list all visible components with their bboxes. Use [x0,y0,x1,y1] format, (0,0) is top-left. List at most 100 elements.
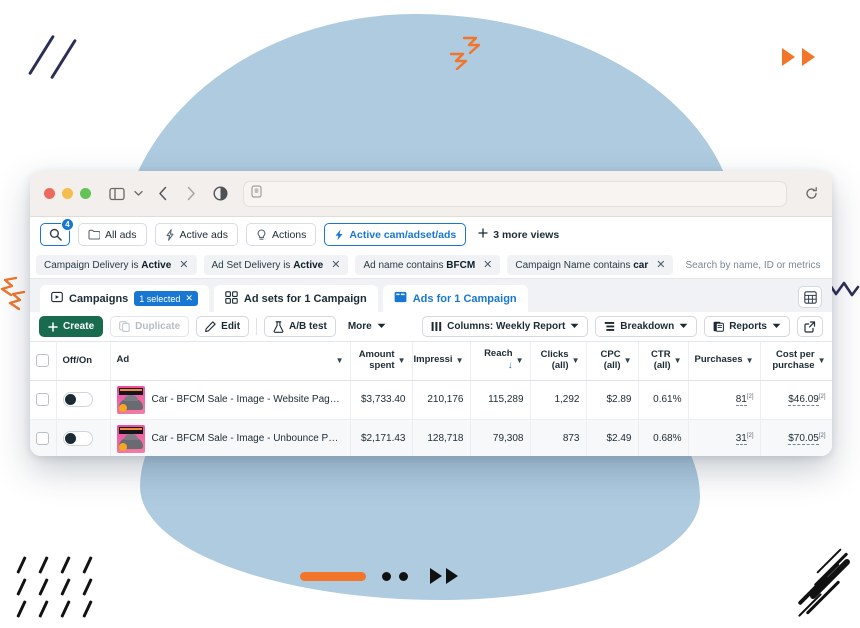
view-chip-actions[interactable]: Actions [245,223,317,246]
reports-button[interactable]: Reports [704,316,790,337]
edit-button[interactable]: Edit [196,316,250,337]
column-header-purchases[interactable]: Purchases ▼ [688,342,761,381]
filter-chip[interactable]: Ad name contains BFCM ✕ [355,255,501,275]
view-chip-active-cam-adset-ads[interactable]: Active cam/adset/ads [324,223,467,246]
reader-icon[interactable] [251,184,262,203]
cell-cost-per-purchase[interactable]: $70.05[2] [760,419,832,456]
row-toggle-cell[interactable] [56,419,111,456]
address-bar[interactable] [243,180,787,207]
cell-cost-per-purchase[interactable]: $46.09[2] [760,380,832,420]
row-select-cell[interactable] [30,380,57,420]
filter-chip[interactable]: Campaign Name contains car ✕ [507,255,674,275]
tab-ads[interactable]: Ads for 1 Campaign [382,285,528,312]
tab-campaigns[interactable]: Campaigns 1 selected ✕ [40,285,209,312]
ab-test-label: A/B test [289,321,327,332]
chevron-down-icon[interactable]: ▼ [746,356,754,365]
row-checkbox[interactable] [36,393,49,406]
carousel-controls[interactable] [300,568,458,584]
reload-icon[interactable] [805,187,818,200]
close-icon[interactable]: ✕ [656,259,665,271]
row-toggle-cell[interactable] [56,380,111,420]
close-icon[interactable]: ✕ [331,259,340,271]
chevron-down-icon[interactable]: ▼ [572,356,580,365]
ad-name[interactable]: Car - BFCM Sale - Image - Unbounce Page … [152,433,344,444]
close-icon[interactable]: ✕ [179,259,188,271]
chevron-down-icon[interactable]: ▼ [516,356,524,365]
sidebar-icon[interactable] [109,187,125,201]
column-header-ad[interactable]: Ad ▼ [110,342,351,381]
maximize-window-button[interactable] [80,188,91,199]
bolt-filled-icon [334,229,344,241]
close-icon[interactable]: ✕ [483,259,492,271]
ab-test-button[interactable]: A/B test [264,316,336,337]
row-checkbox[interactable] [36,432,49,445]
breakdown-button[interactable]: Breakdown [595,316,698,337]
column-header-ctr[interactable]: CTR (all) ▼ [638,342,689,381]
columns-icon [431,321,442,332]
tab-ad-sets[interactable]: Ad sets for 1 Campaign [213,285,378,312]
carousel-next-icon[interactable] [446,568,458,584]
search-button[interactable]: 4 [40,218,74,246]
chevron-down-icon[interactable]: ▼ [456,356,464,365]
export-button[interactable] [797,316,823,337]
cell-purchases[interactable]: 31[2] [688,419,761,456]
column-header-clicks[interactable]: Clicks (all) ▼ [530,342,587,381]
carousel-dot[interactable] [382,571,391,581]
row-select-cell[interactable] [30,419,57,456]
table-row[interactable]: Car - BFCM Sale - Image - Website Page -… [30,380,832,420]
cell-cost-per-purchase-value[interactable]: $46.09 [788,394,819,407]
select-all-checkbox[interactable] [36,354,49,368]
column-header-reach[interactable]: Reach ↓ ▼ [470,342,531,381]
carousel-dot[interactable] [399,571,408,581]
chevron-down-icon [377,321,386,332]
chevron-down-icon[interactable]: ▼ [674,356,682,365]
more-views-label: 3 more views [493,228,560,241]
ad-name[interactable]: Car - BFCM Sale - Image - Website Page -… [152,394,344,405]
column-header-impressions[interactable]: Impressi ▼ [412,342,471,381]
select-all-header[interactable] [30,342,57,381]
table-grid-icon[interactable] [798,286,822,308]
create-button[interactable]: Create [39,316,104,337]
filter-search-input[interactable]: Search by name, ID or metrics [680,260,820,271]
cell-purchases[interactable]: 81[2] [688,380,761,420]
filter-chip[interactable]: Ad Set Delivery is Active ✕ [203,255,349,275]
chevron-down-icon[interactable]: ▼ [336,356,344,365]
carousel-progress-bar[interactable] [300,571,366,581]
chevron-down-icon[interactable] [134,190,143,197]
chevron-down-icon[interactable]: ▼ [624,356,632,365]
chevron-down-icon[interactable]: ▼ [818,356,826,365]
cell-purchases-note: [2] [746,432,754,439]
duplicate-button[interactable]: Duplicate [110,316,190,337]
offon-toggle[interactable] [62,392,93,407]
sort-desc-icon[interactable]: ↓ [508,360,513,371]
ad-thumbnail[interactable] [116,385,145,414]
selection-chip[interactable]: 1 selected ✕ [134,291,198,306]
offon-toggle[interactable] [62,431,93,446]
cell-purchases-value[interactable]: 31 [735,433,747,446]
view-chip-active-ads[interactable]: Active ads [154,223,238,246]
table-row[interactable]: Car - BFCM Sale - Image - Unbounce Page … [30,419,832,456]
forward-icon[interactable] [186,186,196,201]
cell-cost-per-purchase-value[interactable]: $70.05 [788,433,819,446]
filter-chip[interactable]: Campaign Delivery is Active ✕ [36,255,197,275]
chevron-down-icon[interactable]: ▼ [398,356,406,365]
columns-button[interactable]: Columns: Weekly Report [422,316,589,337]
contrast-icon[interactable] [213,186,228,201]
carousel-next-icon[interactable] [430,568,442,584]
more-button[interactable]: More [343,321,391,332]
deco-zigzag-top [449,36,481,70]
column-header-amount-spent[interactable]: Amount spent ▼ [350,342,413,381]
back-icon[interactable] [158,186,168,201]
column-header-cpc[interactable]: CPC (all) ▼ [586,342,639,381]
bolt-icon [165,228,175,241]
ad-thumbnail[interactable] [116,424,145,453]
close-window-button[interactable] [44,188,55,199]
page-root: 4 All ads Active ads Actions Active cam/… [0,0,860,628]
more-views-button[interactable]: 3 more views [474,228,559,241]
close-icon[interactable]: ✕ [185,293,193,304]
traffic-lights[interactable] [44,188,91,199]
view-chip-all-ads[interactable]: All ads [78,223,147,246]
column-header-cost-per-purchase[interactable]: Cost per purchase ▼ [760,342,832,381]
cell-purchases-value[interactable]: 81 [735,394,747,407]
minimize-window-button[interactable] [62,188,73,199]
